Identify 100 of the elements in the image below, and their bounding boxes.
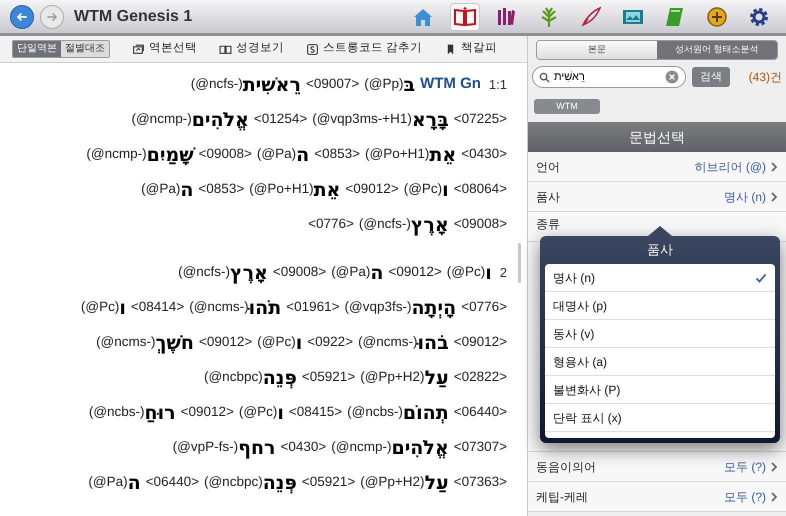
option-item[interactable]: 불변화사 (P) xyxy=(545,376,775,404)
hebrew-word[interactable]: תֹהוּ xyxy=(248,296,282,320)
hebrew-word[interactable]: תְהוֹם xyxy=(402,400,449,424)
scrollbar-thumb xyxy=(518,243,521,283)
strong-number: <0430> xyxy=(280,438,326,456)
hebrew-word[interactable]: עַל xyxy=(424,470,449,494)
setting-row[interactable]: 언어 히브리어 (@) xyxy=(528,152,786,182)
morph-code: (@vpP-fs-) xyxy=(172,438,238,456)
popover-arrow xyxy=(648,226,672,236)
option-item[interactable]: 명사 (n) xyxy=(545,264,775,292)
hebrew-word[interactable]: אָרֶץ xyxy=(230,260,268,284)
back-button[interactable] xyxy=(10,4,34,28)
s-letter-icon xyxy=(306,42,319,56)
morph-code: (@Pa) xyxy=(331,263,370,282)
hebrew-word[interactable]: בֹהוּ xyxy=(418,330,449,354)
hebrew-word[interactable]: ו xyxy=(296,330,302,354)
chevron-icon xyxy=(770,492,778,502)
hebrew-word[interactable]: חֹשֶׁךְ xyxy=(156,330,194,354)
chevron-icon xyxy=(770,162,778,172)
option-item[interactable]: 형용사 (a) xyxy=(545,348,775,376)
strong-number: <02822> xyxy=(454,368,507,386)
morph-code: (@Po+H1) xyxy=(365,145,430,164)
hebrew-word[interactable]: הָיְתָה xyxy=(412,296,456,320)
hebrew-word[interactable]: אָרֶץ xyxy=(410,212,449,236)
morph-code: (@Pp+H2) xyxy=(360,473,425,492)
hebrew-word[interactable]: בּ xyxy=(404,72,416,96)
hebrew-word[interactable]: אֱלֹהִים xyxy=(391,436,449,460)
hebrew-word[interactable]: אֱלֹהִים xyxy=(192,108,249,132)
verse-number: 1:1 xyxy=(488,76,507,94)
option-item[interactable]: 단락 표시 (x) xyxy=(545,404,775,432)
hebrew-word[interactable]: רוּחַ xyxy=(144,400,176,424)
hebrew-word[interactable]: שָּׁמַיִם xyxy=(146,142,194,166)
hebrew-word[interactable]: ו xyxy=(485,260,492,284)
chevron-icon xyxy=(770,462,778,472)
view-toggle-tab[interactable]: 절별대조 xyxy=(61,41,109,57)
morph-code: (@Pa) xyxy=(88,473,128,492)
hebrew-word[interactable]: ו xyxy=(442,178,449,202)
strong-number: <0776> xyxy=(308,215,354,234)
strong-number: <09012> xyxy=(454,333,507,352)
strong-number: <09012> xyxy=(180,403,234,422)
hebrew-word[interactable]: ה xyxy=(180,178,194,202)
hebrew-word[interactable]: רחף xyxy=(238,436,276,460)
panel-tab[interactable]: 성서원어 형태소분석 xyxy=(657,41,777,59)
hebrew-word[interactable]: פְּנֵה xyxy=(262,470,297,494)
toolbar-button[interactable]: 성경보기 xyxy=(219,40,284,58)
strong-number: <09008> xyxy=(454,215,507,234)
popover-title: 품사 xyxy=(646,241,674,260)
hebrew-word[interactable]: אֵת xyxy=(429,142,456,166)
hebrew-word[interactable]: ה xyxy=(296,142,310,166)
hebrew-word[interactable]: עַל xyxy=(424,366,449,390)
emblem-icon[interactable] xyxy=(705,4,729,28)
option-item[interactable]: 대명사 (p) xyxy=(545,292,775,320)
strong-number: <01961> xyxy=(286,298,340,316)
strong-number: <07225> xyxy=(454,110,507,128)
morph-code: (@Pp) xyxy=(364,75,404,94)
morph-code: (@ncmp-) xyxy=(131,110,192,128)
strong-number: <0853> xyxy=(314,145,360,164)
window-title: WTM Genesis 1 xyxy=(74,6,192,26)
setting-row[interactable]: 동음이의어 모두 (?) xyxy=(528,452,786,482)
hebrew-word[interactable]: רֵאשִׁית xyxy=(242,72,301,96)
morph-code: (@ncbpc) xyxy=(204,368,263,386)
strong-number: <0922> xyxy=(307,333,354,352)
book-reference[interactable]: WTM Gn xyxy=(420,73,481,96)
quill-icon[interactable] xyxy=(579,4,603,28)
morph-code: (@ncbs-) xyxy=(347,403,403,422)
hebrew-word[interactable]: אֵת xyxy=(314,178,340,202)
setting-label: 언어 xyxy=(536,158,560,176)
hebrew-word[interactable]: פְּנֵה xyxy=(262,366,297,390)
morph-code: (@ncmp-) xyxy=(331,438,392,456)
strong-number: <05921> xyxy=(302,368,356,386)
open-book-icon[interactable] xyxy=(453,4,477,28)
hebrew-word[interactable]: ה xyxy=(128,470,141,494)
morph-code: (@vqp3ms-+H1) xyxy=(312,110,412,128)
toolbar-button[interactable]: 스트롱코드 감추기 xyxy=(306,40,422,58)
clear-icon[interactable] xyxy=(665,70,679,84)
morph-code: (@Pc) xyxy=(257,333,296,352)
setting-value: 명사 (n) xyxy=(724,188,766,206)
panel-tab[interactable]: 본문 xyxy=(537,41,657,59)
hebrew-word[interactable]: בָּרָא xyxy=(412,108,449,132)
toolbar-button[interactable]: 역본선택 xyxy=(132,40,197,58)
option-item[interactable]: 동사 (v) xyxy=(545,320,775,348)
strong-number: <08414> xyxy=(130,298,184,316)
toolbar-button[interactable]: 책갈피 xyxy=(444,40,498,58)
morph-code: (@Po+H1) xyxy=(249,180,314,196)
setting-row[interactable]: 케팁-케레 모두 (?) xyxy=(528,482,786,512)
morph-code: (@ncms-) xyxy=(96,333,156,352)
setting-row[interactable]: 품사 명사 (n) xyxy=(528,182,786,212)
search-button[interactable]: 검색 xyxy=(692,67,730,87)
hebrew-word[interactable]: ו xyxy=(119,296,126,320)
hebrew-word[interactable]: ו xyxy=(277,400,284,424)
morph-code: (@Pa) xyxy=(141,180,180,198)
setting-value: 모두 (?) xyxy=(724,458,766,476)
view-toggle-tab[interactable]: 단일역본 xyxy=(13,41,61,57)
strong-number: <06440> xyxy=(454,403,507,422)
morph-code: (@Pc) xyxy=(404,180,442,198)
search-field[interactable]: רֵאשִׁית xyxy=(532,66,686,88)
strong-number: <07363> xyxy=(454,473,507,492)
translation-icon xyxy=(132,42,145,56)
morph-code: (@ncms-) xyxy=(189,298,249,316)
hebrew-word[interactable]: ה xyxy=(370,260,384,284)
